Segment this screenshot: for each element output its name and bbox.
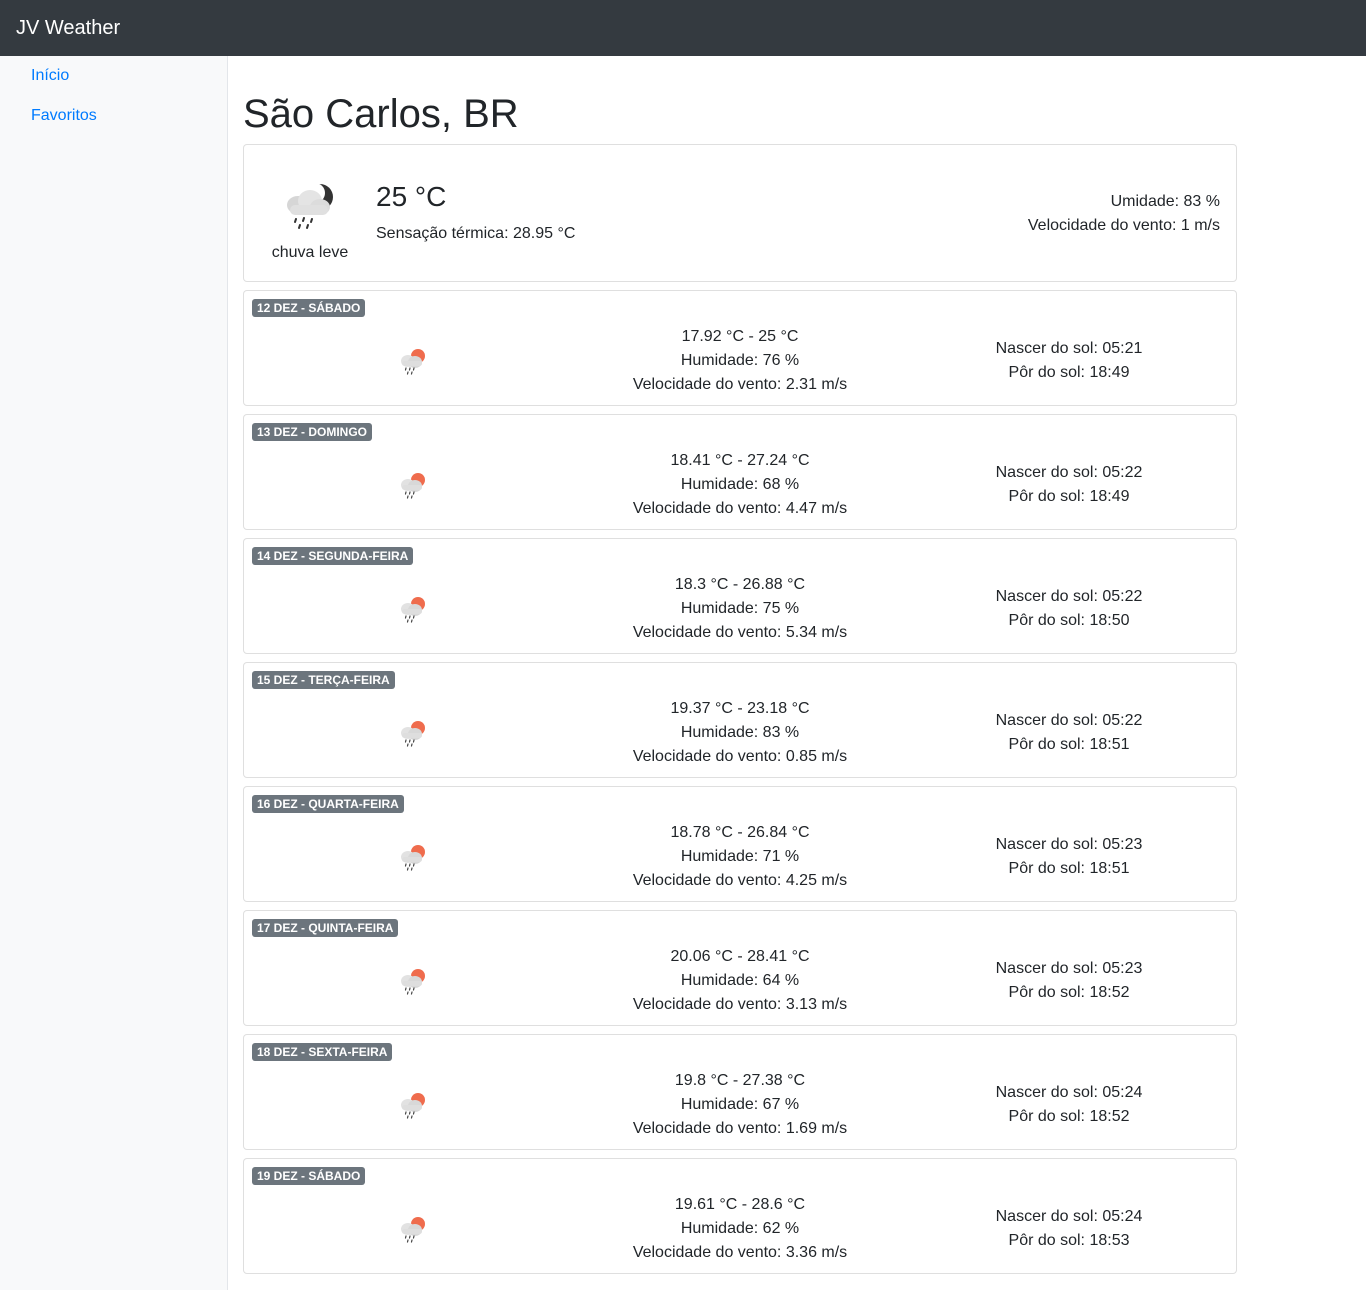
- forecast-sun-times: Nascer do sol: 05:22 Pôr do sol: 18:51: [969, 709, 1169, 757]
- top-navbar: JV Weather: [0, 0, 1366, 56]
- main-content: São Carlos, BR chuva leve 25 °C Sensação…: [243, 56, 1237, 1274]
- forecast-date-badge: 12 DEZ - SÁBADO: [252, 299, 366, 317]
- forecast-temp-range: 18.78 °C - 26.84 °C: [670, 824, 810, 841]
- forecast-sunset: Pôr do sol: 18:52: [1008, 1108, 1130, 1125]
- forecast-sunset: Pôr do sol: 18:49: [1008, 364, 1130, 381]
- forecast-sunset: Pôr do sol: 18:52: [1008, 984, 1130, 1001]
- forecast-humidity: Humidade: 62 %: [680, 1220, 800, 1237]
- current-temperature: 25 °C: [376, 181, 447, 212]
- forecast-conditions: 20.06 °C - 28.41 °C Humidade: 64 % Veloc…: [590, 945, 890, 1017]
- forecast-sun-times: Nascer do sol: 05:24 Pôr do sol: 18:52: [969, 1081, 1169, 1129]
- forecast-sunset: Pôr do sol: 18:49: [1008, 488, 1130, 505]
- forecast-date-badge: 18 DEZ - SEXTA-FEIRA: [252, 1043, 393, 1061]
- forecast-date-badge: 15 DEZ - TERÇA-FEIRA: [252, 671, 395, 689]
- forecast-conditions: 17.92 °C - 25 °C Humidade: 76 % Velocida…: [590, 325, 890, 397]
- forecast-conditions: 18.41 °C - 27.24 °C Humidade: 68 % Veloc…: [590, 449, 890, 521]
- page-title: São Carlos, BR: [243, 92, 519, 136]
- forecast-temp-range: 19.37 °C - 23.18 °C: [670, 700, 810, 717]
- forecast-conditions: 19.37 °C - 23.18 °C Humidade: 83 % Veloc…: [590, 697, 890, 769]
- forecast-day-card: 18 DEZ - SEXTA-FEIRA 19.8 °C - 27.38 °C …: [243, 1034, 1237, 1150]
- forecast-wind: Velocidade do vento: 4.25 m/s: [632, 872, 848, 889]
- forecast-day-card: 19 DEZ - SÁBADO 19.61 °C - 28.6 °C Humid…: [243, 1158, 1237, 1274]
- forecast-temp-range: 18.41 °C - 27.24 °C: [670, 452, 810, 469]
- sun-rain-cloud-icon: [401, 349, 425, 375]
- sun-rain-cloud-icon: [401, 1217, 425, 1243]
- app-brand[interactable]: JV Weather: [16, 17, 120, 40]
- current-description: chuva leve: [271, 244, 349, 261]
- forecast-humidity: Humidade: 75 %: [680, 600, 800, 617]
- current-wind: Velocidade do vento: 1 m/s: [1027, 217, 1220, 234]
- forecast-sun-times: Nascer do sol: 05:23 Pôr do sol: 18:51: [969, 833, 1169, 881]
- sun-rain-cloud-icon: [401, 597, 425, 623]
- forecast-sunrise: Nascer do sol: 05:21: [995, 340, 1143, 357]
- forecast-sunrise: Nascer do sol: 05:22: [995, 712, 1143, 729]
- current-humidity: Umidade: 83 %: [1110, 193, 1220, 210]
- forecast-date-badge: 13 DEZ - DOMINGO: [252, 423, 373, 441]
- forecast-conditions: 19.61 °C - 28.6 °C Humidade: 62 % Veloci…: [590, 1193, 890, 1265]
- sun-rain-cloud-icon: [401, 845, 425, 871]
- forecast-day-card: 17 DEZ - QUINTA-FEIRA 20.06 °C - 28.41 °…: [243, 910, 1237, 1026]
- forecast-sunset: Pôr do sol: 18:53: [1008, 1232, 1130, 1249]
- forecast-date-badge: 19 DEZ - SÁBADO: [252, 1167, 366, 1185]
- forecast-humidity: Humidade: 68 %: [680, 476, 800, 493]
- current-weather-card: chuva leve 25 °C Sensação térmica: 28.95…: [243, 144, 1237, 282]
- sidebar-item-favoritos[interactable]: Favoritos: [0, 96, 227, 136]
- forecast-wind: Velocidade do vento: 0.85 m/s: [632, 748, 848, 765]
- forecast-humidity: Humidade: 67 %: [680, 1096, 800, 1113]
- forecast-day-card: 15 DEZ - TERÇA-FEIRA 19.37 °C - 23.18 °C…: [243, 662, 1237, 778]
- forecast-temp-range: 19.61 °C - 28.6 °C: [674, 1196, 806, 1213]
- forecast-sun-times: Nascer do sol: 05:22 Pôr do sol: 18:49: [969, 461, 1169, 509]
- forecast-conditions: 18.3 °C - 26.88 °C Humidade: 75 % Veloci…: [590, 573, 890, 645]
- current-feels-like: Sensação térmica: 28.95 °C: [376, 225, 576, 242]
- forecast-day-card: 12 DEZ - SÁBADO 17.92 °C - 25 °C Humidad…: [243, 290, 1237, 406]
- forecast-date-badge: 14 DEZ - SEGUNDA-FEIRA: [252, 547, 414, 565]
- forecast-humidity: Humidade: 83 %: [680, 724, 800, 741]
- forecast-date-badge: 17 DEZ - QUINTA-FEIRA: [252, 919, 399, 937]
- sun-rain-cloud-icon: [401, 1093, 425, 1119]
- forecast-wind: Velocidade do vento: 3.13 m/s: [632, 996, 848, 1013]
- forecast-day-card: 16 DEZ - QUARTA-FEIRA 18.78 °C - 26.84 °…: [243, 786, 1237, 902]
- sun-rain-cloud-icon: [401, 969, 425, 995]
- forecast-date-badge: 16 DEZ - QUARTA-FEIRA: [252, 795, 404, 813]
- forecast-humidity: Humidade: 76 %: [680, 352, 800, 369]
- forecast-day-card: 14 DEZ - SEGUNDA-FEIRA 18.3 °C - 26.88 °…: [243, 538, 1237, 654]
- forecast-sunrise: Nascer do sol: 05:23: [995, 960, 1143, 977]
- forecast-wind: Velocidade do vento: 5.34 m/s: [632, 624, 848, 641]
- forecast-wind: Velocidade do vento: 4.47 m/s: [632, 500, 848, 517]
- forecast-temp-range: 20.06 °C - 28.41 °C: [670, 948, 810, 965]
- sidebar-item-inicio[interactable]: Início: [0, 56, 227, 96]
- forecast-sunrise: Nascer do sol: 05:24: [995, 1208, 1143, 1225]
- forecast-wind: Velocidade do vento: 3.36 m/s: [632, 1244, 848, 1261]
- forecast-sunrise: Nascer do sol: 05:22: [995, 464, 1143, 481]
- forecast-temp-range: 19.8 °C - 27.38 °C: [674, 1072, 806, 1089]
- sun-rain-cloud-icon: [401, 721, 425, 747]
- forecast-wind: Velocidade do vento: 2.31 m/s: [632, 376, 848, 393]
- forecast-temp-range: 17.92 °C - 25 °C: [681, 328, 799, 345]
- forecast-sunrise: Nascer do sol: 05:24: [995, 1084, 1143, 1101]
- forecast-humidity: Humidade: 71 %: [680, 848, 800, 865]
- forecast-day-card: 13 DEZ - DOMINGO 18.41 °C - 27.24 °C Hum…: [243, 414, 1237, 530]
- forecast-sunrise: Nascer do sol: 05:22: [995, 588, 1143, 605]
- current-details: Umidade: 83 % Velocidade do vento: 1 m/s: [1028, 190, 1220, 238]
- forecast-sun-times: Nascer do sol: 05:23 Pôr do sol: 18:52: [969, 957, 1169, 1005]
- sidebar: Início Favoritos: [0, 56, 228, 1290]
- forecast-sunset: Pôr do sol: 18:51: [1008, 736, 1130, 753]
- night-rain-cloud-icon: [287, 183, 333, 229]
- forecast-humidity: Humidade: 64 %: [680, 972, 800, 989]
- sun-rain-cloud-icon: [401, 473, 425, 499]
- forecast-sun-times: Nascer do sol: 05:21 Pôr do sol: 18:49: [969, 337, 1169, 385]
- forecast-sunset: Pôr do sol: 18:51: [1008, 860, 1130, 877]
- forecast-conditions: 19.8 °C - 27.38 °C Humidade: 67 % Veloci…: [590, 1069, 890, 1141]
- forecast-sun-times: Nascer do sol: 05:22 Pôr do sol: 18:50: [969, 585, 1169, 633]
- forecast-temp-range: 18.3 °C - 26.88 °C: [674, 576, 806, 593]
- forecast-wind: Velocidade do vento: 1.69 m/s: [632, 1120, 848, 1137]
- forecast-conditions: 18.78 °C - 26.84 °C Humidade: 71 % Veloc…: [590, 821, 890, 893]
- forecast-sunrise: Nascer do sol: 05:23: [995, 836, 1143, 853]
- forecast-sun-times: Nascer do sol: 05:24 Pôr do sol: 18:53: [969, 1205, 1169, 1253]
- forecast-list: 12 DEZ - SÁBADO 17.92 °C - 25 °C Humidad…: [243, 290, 1237, 1274]
- forecast-sunset: Pôr do sol: 18:50: [1008, 612, 1130, 629]
